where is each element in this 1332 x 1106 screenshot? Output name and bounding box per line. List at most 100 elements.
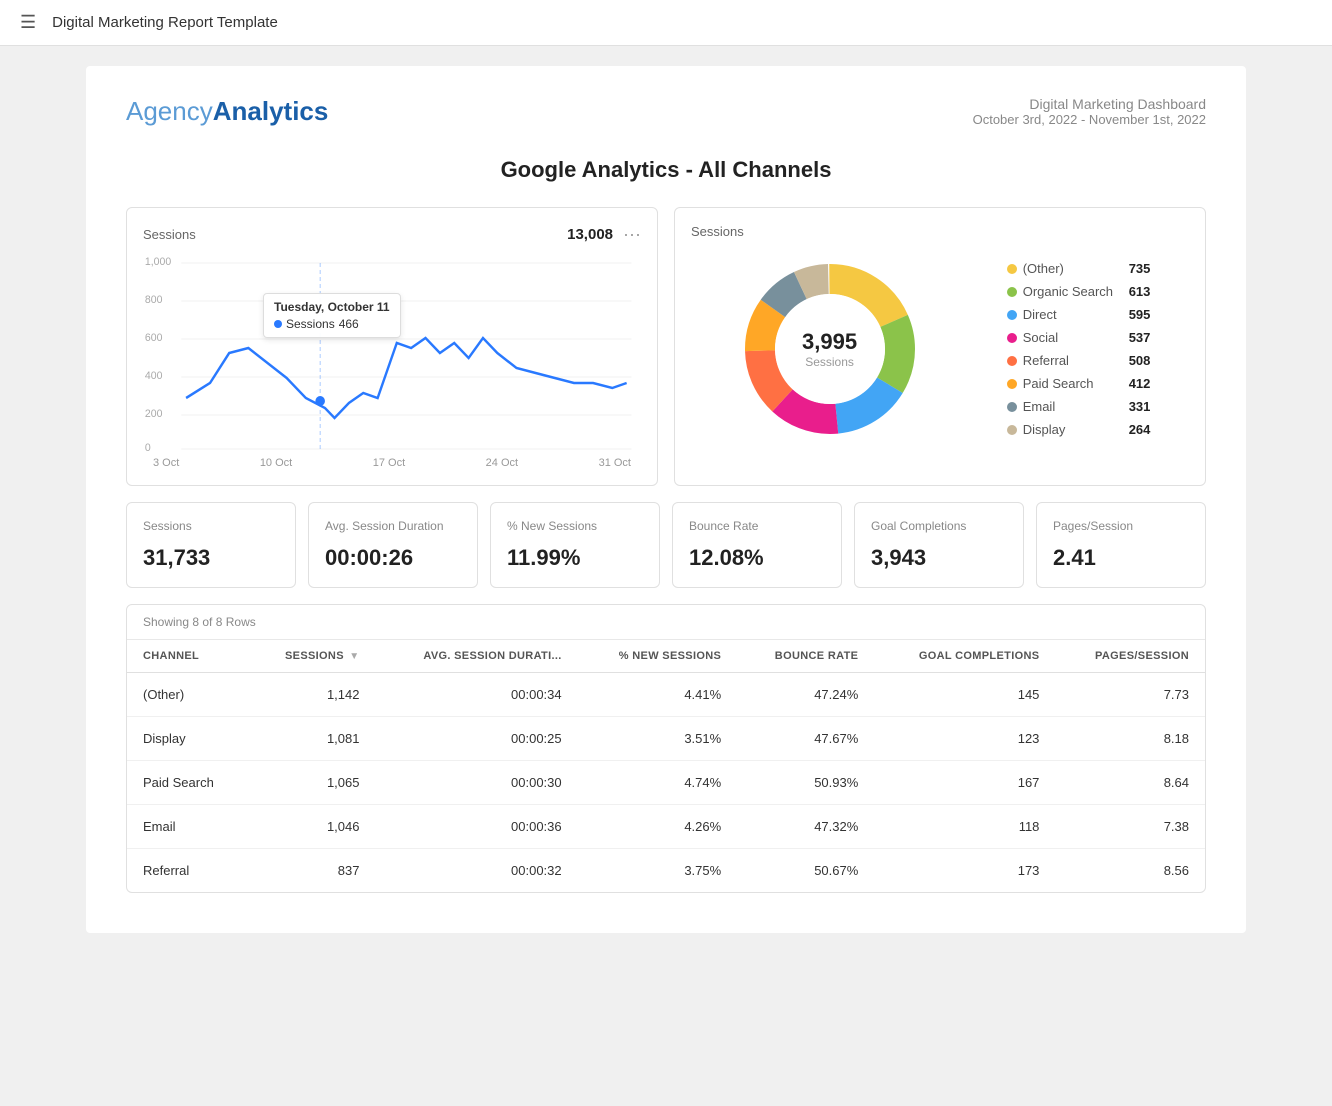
col-header-1: SESSIONS ▼ (249, 640, 375, 673)
cell-2-1: 1,065 (249, 761, 375, 805)
legend-value: 537 (1129, 330, 1151, 345)
stat-card-5: Pages/Session 2.41 (1036, 502, 1206, 588)
col-header-4: BOUNCE RATE (737, 640, 874, 673)
legend-dot (1007, 425, 1017, 435)
legend-dot (1007, 264, 1017, 274)
cell-1-0: Display (127, 717, 249, 761)
stat-value: 2.41 (1053, 545, 1189, 571)
legend-dot (1007, 356, 1017, 366)
stat-value: 12.08% (689, 545, 825, 571)
donut-chart-label: Sessions (691, 224, 744, 239)
table-row: Referral83700:00:323.75%50.67%1738.56 (127, 849, 1205, 893)
line-chart-card: Sessions 13,008 ··· 1,000 800 600 400 20… (126, 207, 658, 486)
logo: AgencyAnalytics (126, 96, 328, 127)
cell-4-4: 50.67% (737, 849, 874, 893)
cell-1-5: 123 (874, 717, 1055, 761)
cell-4-2: 00:00:32 (376, 849, 578, 893)
legend-name: Organic Search (1023, 284, 1123, 299)
legend-item: Organic Search 613 (1007, 284, 1151, 299)
top-nav: ☰ Digital Marketing Report Template (0, 0, 1332, 46)
legend-item: Referral 508 (1007, 353, 1151, 368)
donut-center: 3,995 Sessions (802, 329, 857, 369)
cell-0-5: 145 (874, 673, 1055, 717)
logo-agency: Agency (126, 96, 213, 126)
stat-card-2: % New Sessions 11.99% (490, 502, 660, 588)
table-head: CHANNELSESSIONS ▼AVG. SESSION DURATI...%… (127, 640, 1205, 673)
col-header-5: GOAL COMPLETIONS (874, 640, 1055, 673)
stat-value: 3,943 (871, 545, 1007, 571)
col-header-0: CHANNEL (127, 640, 249, 673)
legend-value: 595 (1129, 307, 1151, 322)
svg-text:800: 800 (145, 294, 163, 306)
legend-item: Email 331 (1007, 399, 1151, 414)
cell-3-0: Email (127, 805, 249, 849)
stat-card-1: Avg. Session Duration 00:00:26 (308, 502, 478, 588)
hamburger-icon[interactable]: ☰ (20, 12, 36, 33)
legend-item: Direct 595 (1007, 307, 1151, 322)
svg-text:1,000: 1,000 (145, 256, 171, 268)
legend-name: Direct (1023, 307, 1123, 322)
svg-text:0: 0 (145, 442, 151, 453)
legend-value: 264 (1129, 422, 1151, 437)
legend-name: Social (1023, 330, 1123, 345)
line-card-header: Sessions 13,008 ··· (143, 224, 641, 245)
stat-label: Goal Completions (871, 519, 1007, 533)
data-table: CHANNELSESSIONS ▼AVG. SESSION DURATI...%… (127, 640, 1205, 892)
stat-card-4: Goal Completions 3,943 (854, 502, 1024, 588)
cell-0-2: 00:00:34 (376, 673, 578, 717)
col-header-6: PAGES/SESSION (1055, 640, 1205, 673)
line-chart-svg: 1,000 800 600 400 200 0 (143, 253, 641, 453)
legend-name: Display (1023, 422, 1123, 437)
stat-label: Sessions (143, 519, 279, 533)
legend-dot (1007, 287, 1017, 297)
chart-x-labels: 3 Oct 10 Oct 17 Oct 24 Oct 31 Oct (143, 457, 641, 469)
donut-chart-card: Sessions (674, 207, 1206, 486)
header-right: Digital Marketing Dashboard October 3rd,… (973, 96, 1206, 127)
cell-4-1: 837 (249, 849, 375, 893)
stat-card-3: Bounce Rate 12.08% (672, 502, 842, 588)
table-row: Paid Search1,06500:00:304.74%50.93%1678.… (127, 761, 1205, 805)
table-header-row: CHANNELSESSIONS ▼AVG. SESSION DURATI...%… (127, 640, 1205, 673)
stat-label: Avg. Session Duration (325, 519, 461, 533)
legend-value: 508 (1129, 353, 1151, 368)
cell-1-2: 00:00:25 (376, 717, 578, 761)
cell-3-2: 00:00:36 (376, 805, 578, 849)
cell-0-0: (Other) (127, 673, 249, 717)
stat-card-0: Sessions 31,733 (126, 502, 296, 588)
table-rows-label: Showing 8 of 8 Rows (127, 605, 1205, 640)
nav-title: Digital Marketing Report Template (52, 14, 278, 31)
cell-0-3: 4.41% (578, 673, 738, 717)
stat-label: Pages/Session (1053, 519, 1189, 533)
charts-row: Sessions 13,008 ··· 1,000 800 600 400 20… (126, 207, 1206, 486)
cell-3-5: 118 (874, 805, 1055, 849)
sort-icon[interactable]: ▼ (349, 651, 359, 662)
cell-1-6: 8.18 (1055, 717, 1205, 761)
svg-text:600: 600 (145, 332, 163, 344)
cell-3-6: 7.38 (1055, 805, 1205, 849)
donut-center-value: 3,995 (802, 329, 857, 355)
donut-card-header: Sessions (691, 224, 1189, 239)
x-label-1: 10 Oct (260, 457, 292, 469)
logo-analytics: Analytics (213, 96, 329, 126)
donut-wrapper: 3,995 Sessions (730, 249, 930, 449)
legend-item: Social 537 (1007, 330, 1151, 345)
cell-2-6: 8.64 (1055, 761, 1205, 805)
table-section: Showing 8 of 8 Rows CHANNELSESSIONS ▼AVG… (126, 604, 1206, 893)
svg-text:200: 200 (145, 408, 163, 420)
table-row: Email1,04600:00:364.26%47.32%1187.38 (127, 805, 1205, 849)
date-range: October 3rd, 2022 - November 1st, 2022 (973, 112, 1206, 127)
line-chart-label: Sessions (143, 227, 196, 242)
legend-value: 735 (1129, 261, 1151, 276)
stat-label: % New Sessions (507, 519, 643, 533)
cell-2-4: 50.93% (737, 761, 874, 805)
stat-value: 00:00:26 (325, 545, 461, 571)
legend-item: Display 264 (1007, 422, 1151, 437)
cell-0-6: 7.73 (1055, 673, 1205, 717)
col-header-2: AVG. SESSION DURATI... (376, 640, 578, 673)
legend-dot (1007, 379, 1017, 389)
line-chart-menu[interactable]: ··· (623, 224, 641, 245)
line-chart-area: 1,000 800 600 400 200 0 (143, 253, 641, 453)
cell-2-2: 00:00:30 (376, 761, 578, 805)
x-label-0: 3 Oct (153, 457, 179, 469)
stat-value: 31,733 (143, 545, 279, 571)
